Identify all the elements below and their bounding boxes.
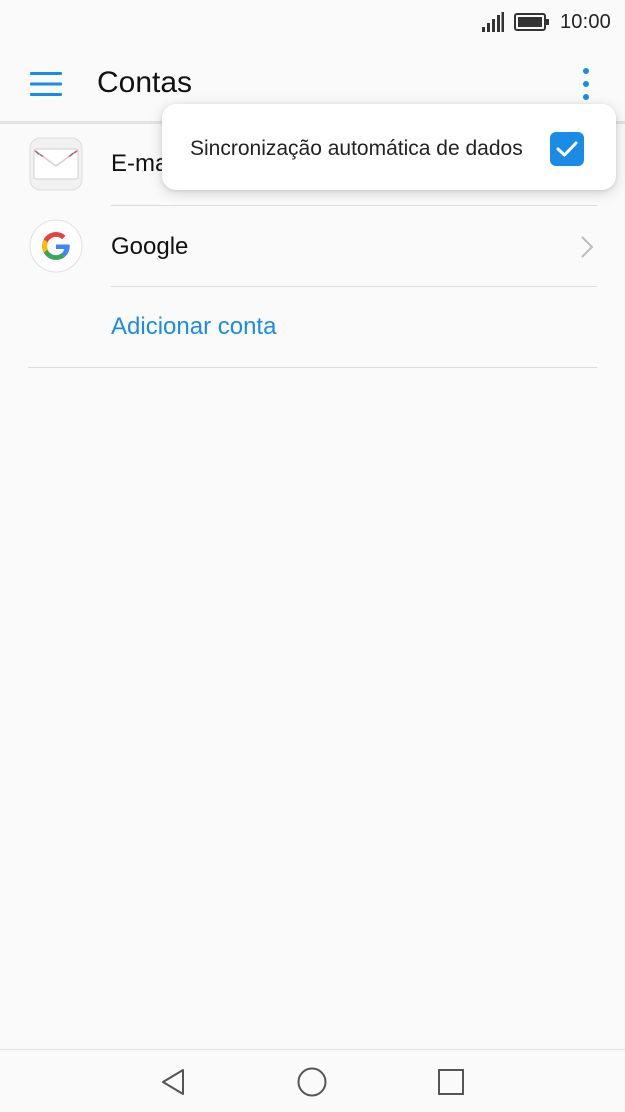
auto-sync-checkbox[interactable] — [550, 132, 584, 166]
status-right-group: 10:00 — [481, 9, 611, 35]
home-button[interactable] — [296, 1066, 328, 1098]
status-time: 10:00 — [559, 10, 611, 33]
recents-button[interactable] — [435, 1066, 467, 1098]
add-account-link[interactable]: Adicionar conta — [111, 313, 276, 341]
account-row-google[interactable]: Google — [0, 206, 625, 286]
recents-square-icon — [438, 1069, 464, 1095]
overflow-menu-button[interactable] — [572, 64, 600, 104]
hamburger-menu-icon — [30, 72, 62, 96]
chevron-right-icon — [581, 236, 594, 258]
battery-icon — [513, 13, 549, 31]
screen: 10:00 Contas E-mail Google Adicionar con… — [0, 0, 625, 1112]
row-divider — [111, 286, 597, 287]
account-label-google: Google — [111, 233, 189, 260]
email-envelope-icon — [29, 137, 83, 191]
home-circle-icon — [297, 1067, 327, 1097]
navigation-bar — [0, 1049, 625, 1112]
auto-sync-menu-item[interactable]: Sincronização automática de dados — [190, 137, 523, 161]
checkmark-icon — [556, 141, 578, 157]
more-vertical-icon — [583, 68, 589, 100]
back-button[interactable] — [157, 1066, 189, 1098]
page-title: Contas — [97, 66, 193, 99]
status-bar: 10:00 — [0, 0, 625, 44]
list-bottom-divider — [28, 367, 597, 368]
overflow-popup-menu: Sincronização automática de dados — [162, 104, 616, 190]
back-triangle-icon — [162, 1069, 184, 1095]
signal-icon — [481, 12, 504, 32]
menu-button[interactable] — [26, 66, 66, 102]
google-g-icon — [29, 219, 83, 273]
